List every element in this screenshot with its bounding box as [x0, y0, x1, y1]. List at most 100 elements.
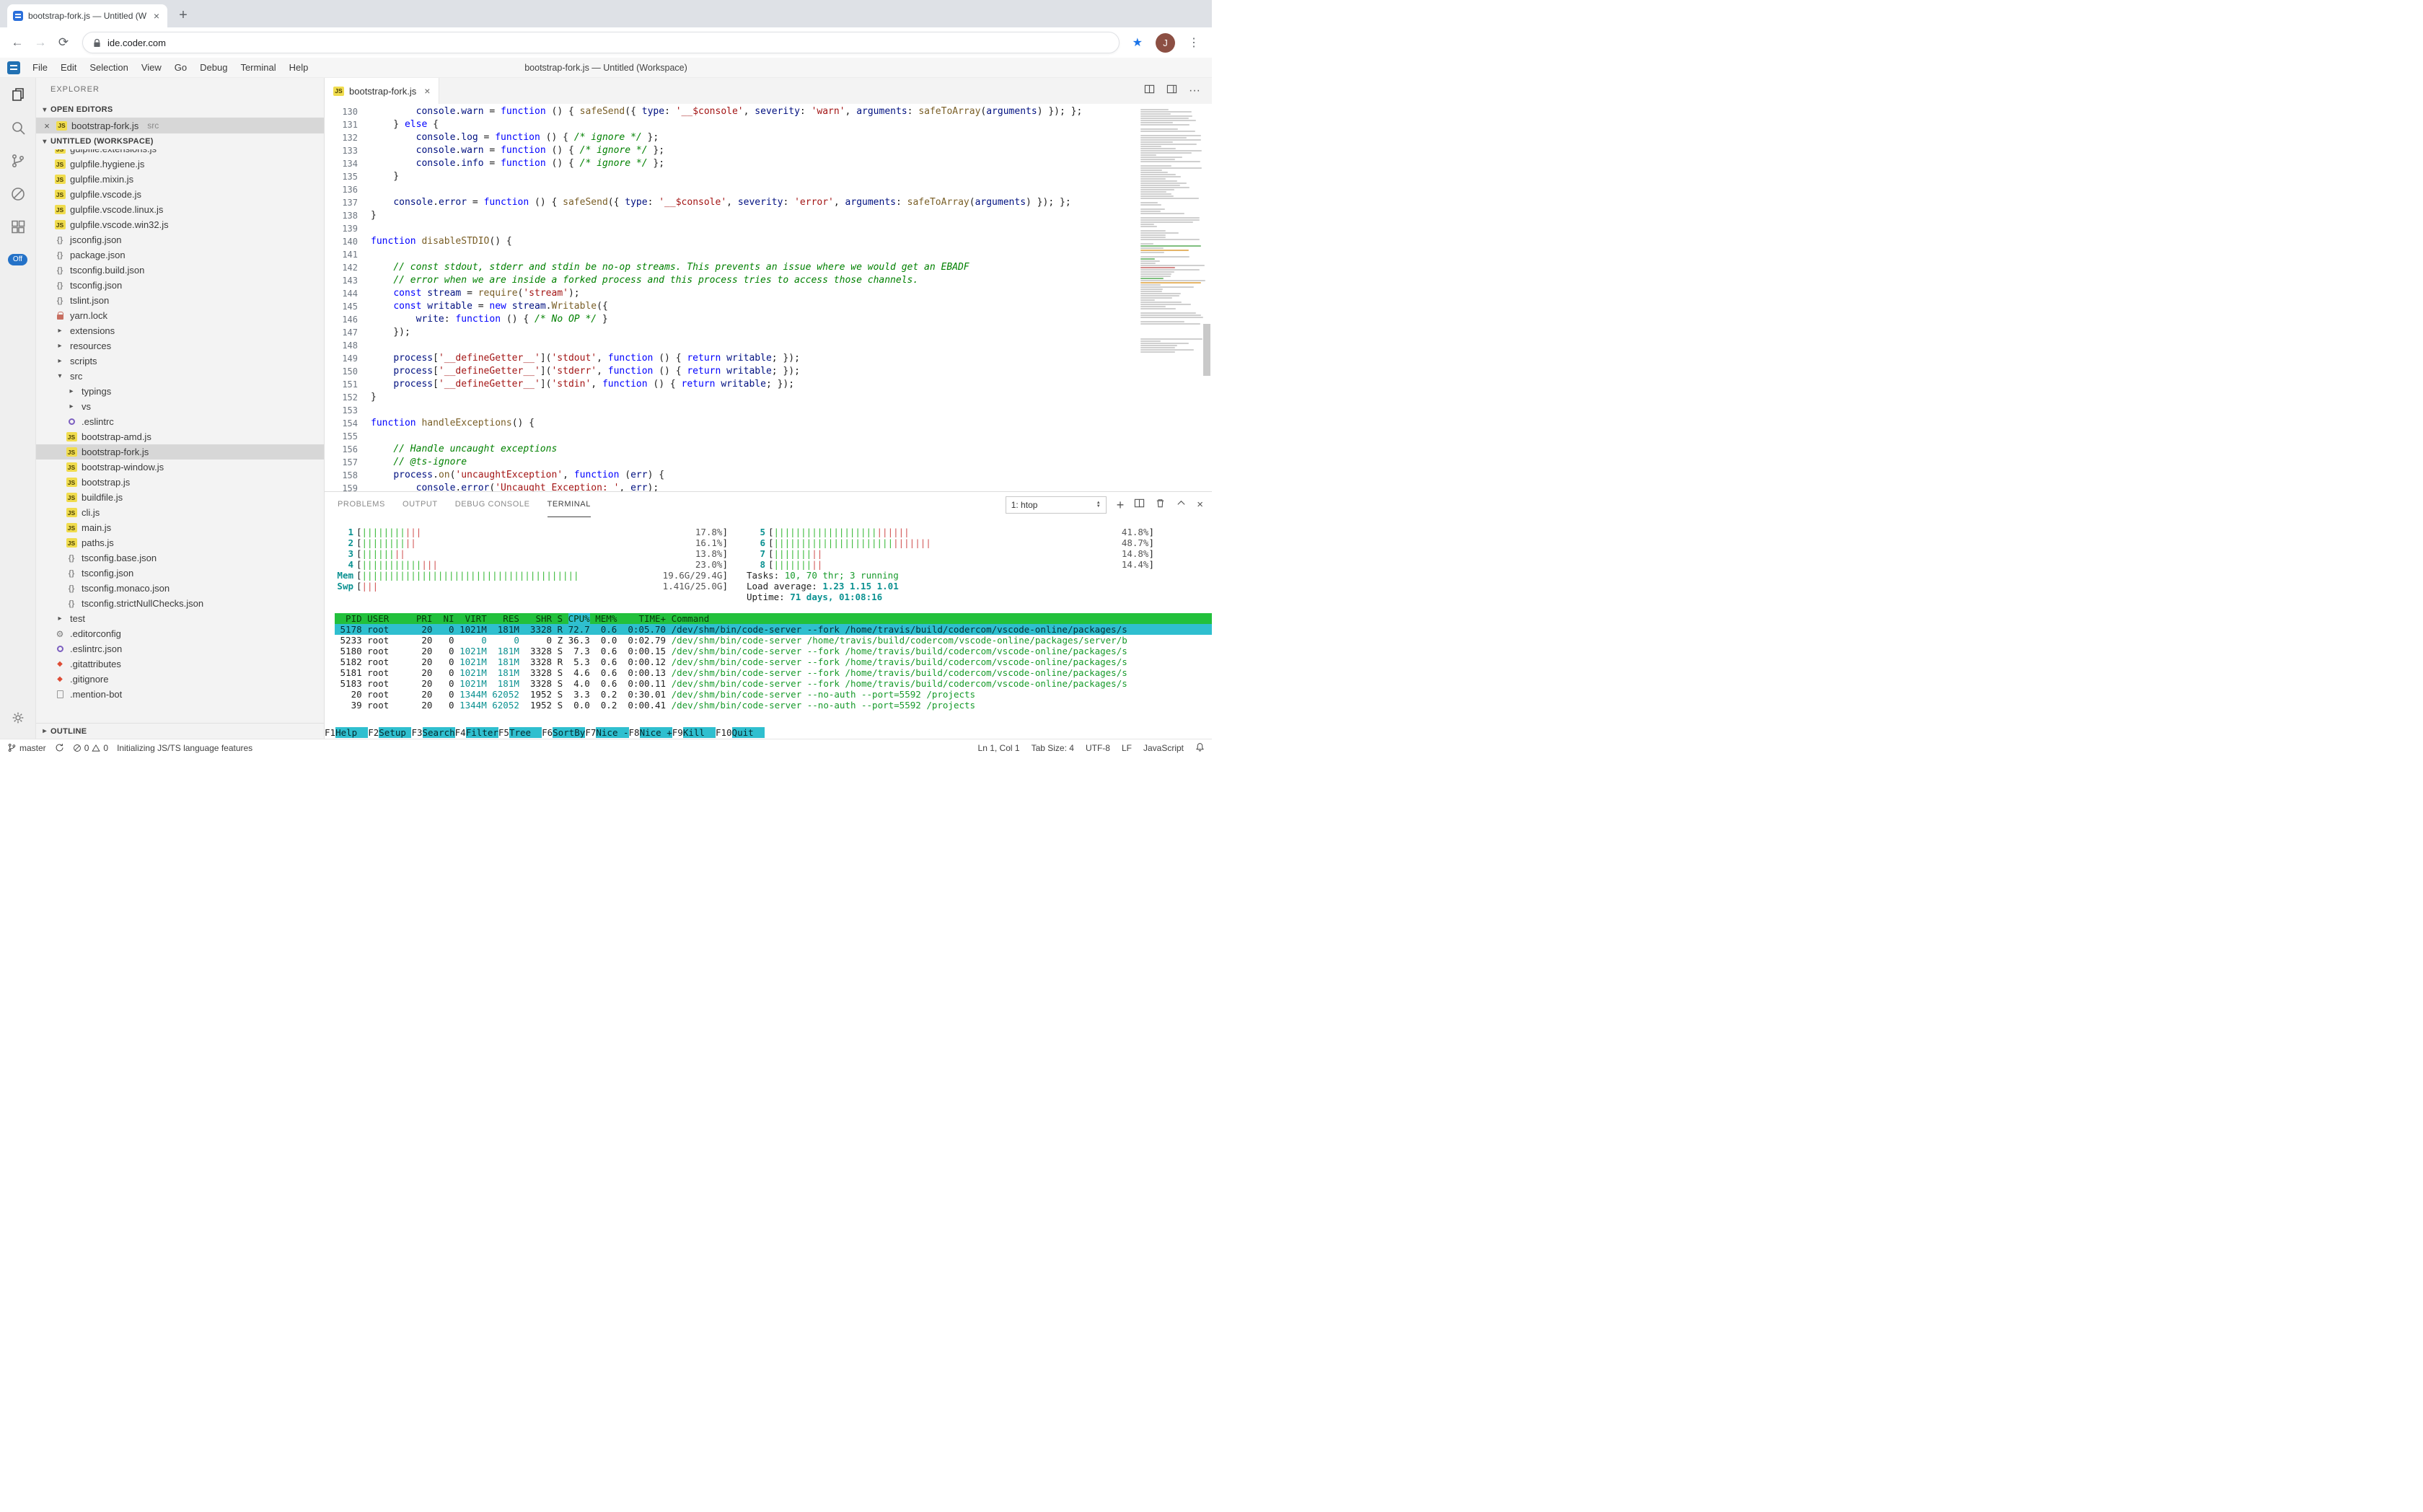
file-row-gulpfile.mixin.js[interactable]: JSgulpfile.mixin.js: [36, 172, 324, 187]
settings-gear-icon[interactable]: [0, 701, 35, 734]
file-row-tsconfig.monaco.json[interactable]: {}tsconfig.monaco.json: [36, 581, 324, 596]
file-row-gulpfile.vscode.linux.js[interactable]: JSgulpfile.vscode.linux.js: [36, 202, 324, 217]
browser-menu-icon[interactable]: ⋮: [1184, 35, 1205, 50]
panel-tab-debug-console[interactable]: DEBUG CONSOLE: [455, 492, 530, 517]
new-terminal-icon[interactable]: +: [1117, 500, 1125, 510]
explorer-icon[interactable]: [0, 78, 35, 111]
minimap[interactable]: [1136, 104, 1212, 491]
panel-tab-output[interactable]: OUTPUT: [403, 492, 438, 517]
htop-table-header[interactable]: PID USER PRI NI VIRT RES SHR S CPU% MEM%…: [335, 613, 1212, 624]
file-row-bootstrap-amd.js[interactable]: JSbootstrap-amd.js: [36, 429, 324, 444]
file-row-bootstrap-window.js[interactable]: JSbootstrap-window.js: [36, 460, 324, 475]
file-row-bootstrap-fork.js[interactable]: JSbootstrap-fork.js: [36, 444, 324, 460]
process-row-5183[interactable]: 5183 root 20 0 1021M 181M 3328 S 4.0 0.6…: [335, 678, 1212, 689]
extensions-icon[interactable]: [0, 211, 35, 244]
notifications-bell[interactable]: [1195, 742, 1205, 754]
browser-tab[interactable]: bootstrap-fork.js — Untitled (W ×: [7, 4, 167, 27]
file-row-tsconfig.json[interactable]: {}tsconfig.json: [36, 566, 324, 581]
terminal[interactable]: 1[|||||||||||17.8%]2[||||||||||16.1%]3[|…: [325, 517, 1212, 739]
back-icon[interactable]: ←: [7, 32, 27, 53]
file-row-gulpfile.vscode.js[interactable]: JSgulpfile.vscode.js: [36, 187, 324, 202]
fkey-f6[interactable]: F6SortBy: [542, 727, 585, 738]
file-row-yarn.lock[interactable]: yarn.lock: [36, 308, 324, 323]
fkey-f3[interactable]: F3Search: [411, 727, 454, 738]
search-icon[interactable]: [0, 111, 35, 144]
bookmark-star-icon[interactable]: ★: [1128, 35, 1147, 50]
forward-icon[interactable]: →: [30, 32, 50, 53]
menu-debug[interactable]: Debug: [193, 58, 234, 77]
reload-icon[interactable]: ⟳: [53, 32, 74, 53]
encoding[interactable]: UTF-8: [1086, 743, 1110, 753]
file-row-.mention-bot[interactable]: .mention-bot: [36, 687, 324, 702]
folder-row-resources[interactable]: ▸resources: [36, 338, 324, 353]
process-row-5178[interactable]: 5178 root 20 0 1021M 181M 3328 R 72.7 0.…: [335, 624, 1212, 635]
terminal-select[interactable]: 1: htop ▲▼: [1006, 496, 1107, 514]
sync-status[interactable]: [55, 743, 64, 752]
editor-layout-icon[interactable]: [1166, 84, 1177, 98]
avatar[interactable]: J: [1156, 33, 1175, 53]
close-icon[interactable]: ×: [42, 120, 52, 131]
fkey-f10[interactable]: F10Quit: [716, 727, 765, 738]
eol[interactable]: LF: [1122, 743, 1132, 753]
process-row-5233[interactable]: 5233 root 20 0 0 0 0 Z 36.3 0.0 0:02.79 …: [335, 635, 1212, 646]
language-mode[interactable]: JavaScript: [1143, 743, 1184, 753]
file-row-paths.js[interactable]: JSpaths.js: [36, 535, 324, 550]
file-row-gulpfile.vscode.win32.js[interactable]: JSgulpfile.vscode.win32.js: [36, 217, 324, 232]
editor-tab[interactable]: JS bootstrap-fork.js ×: [325, 78, 439, 104]
problems-status[interactable]: 0 0: [73, 743, 108, 753]
file-row-.eslintrc[interactable]: .eslintrc: [36, 414, 324, 429]
folder-row-src[interactable]: ▾src: [36, 369, 324, 384]
outline-header[interactable]: ▸ OUTLINE: [36, 723, 324, 739]
fkey-f7[interactable]: F7Nice -: [585, 727, 628, 738]
file-row-tsconfig.build.json[interactable]: {}tsconfig.build.json: [36, 263, 324, 278]
file-row-tslint.json[interactable]: {}tslint.json: [36, 293, 324, 308]
menu-selection[interactable]: Selection: [83, 58, 134, 77]
debug-icon[interactable]: [0, 177, 35, 211]
close-panel-icon[interactable]: ×: [1197, 498, 1203, 511]
tab-size[interactable]: Tab Size: 4: [1032, 743, 1074, 753]
fkey-f9[interactable]: F9Kill: [672, 727, 716, 738]
new-tab-button[interactable]: +: [173, 5, 193, 25]
folder-row-typings[interactable]: ▸typings: [36, 384, 324, 399]
file-row-package.json[interactable]: {}package.json: [36, 247, 324, 263]
code-editor[interactable]: 130 console.warn = function () { safeSen…: [325, 104, 1212, 491]
fkey-f4[interactable]: F4Filter: [455, 727, 498, 738]
file-row-cli.js[interactable]: JScli.js: [36, 505, 324, 520]
menu-terminal[interactable]: Terminal: [234, 58, 282, 77]
open-editor-item[interactable]: × JS bootstrap-fork.js src: [36, 118, 324, 133]
file-row-buildfile.js[interactable]: JSbuildfile.js: [36, 490, 324, 505]
file-row-.eslintrc.json[interactable]: .eslintrc.json: [36, 641, 324, 656]
kill-terminal-icon[interactable]: [1155, 498, 1166, 512]
fkey-f5[interactable]: F5Tree: [498, 727, 542, 738]
file-row-bootstrap.js[interactable]: JSbootstrap.js: [36, 475, 324, 490]
panel-tab-problems[interactable]: PROBLEMS: [338, 492, 385, 517]
file-row-jsconfig.json[interactable]: {}jsconfig.json: [36, 232, 324, 247]
maximize-panel-icon[interactable]: [1176, 498, 1187, 512]
process-row-39[interactable]: 39 root 20 0 1344M 62052 1952 S 0.0 0.2 …: [335, 700, 1212, 711]
more-actions-icon[interactable]: ···: [1189, 84, 1200, 97]
folder-row-extensions[interactable]: ▸extensions: [36, 323, 324, 338]
fkey-f8[interactable]: F8Nice +: [629, 727, 672, 738]
git-branch-status[interactable]: master: [7, 743, 46, 753]
open-editors-header[interactable]: ▾ OPEN EDITORS: [36, 102, 324, 118]
tab-close-icon[interactable]: ×: [424, 85, 430, 97]
file-row-gulpfile.hygiene.js[interactable]: JSgulpfile.hygiene.js: [36, 157, 324, 172]
process-row-20[interactable]: 20 root 20 0 1344M 62052 1952 S 3.3 0.2 …: [335, 689, 1212, 700]
menu-go[interactable]: Go: [168, 58, 193, 77]
fkey-f1[interactable]: F1Help: [325, 727, 368, 738]
split-editor-icon[interactable]: [1144, 84, 1155, 98]
cursor-position[interactable]: Ln 1, Col 1: [978, 743, 1020, 753]
folder-row-scripts[interactable]: ▸scripts: [36, 353, 324, 369]
file-row-main.js[interactable]: JSmain.js: [36, 520, 324, 535]
editor-scrollbar[interactable]: [1203, 324, 1210, 376]
source-control-icon[interactable]: [0, 144, 35, 177]
fkey-f2[interactable]: F2Setup: [368, 727, 411, 738]
file-row-tsconfig.base.json[interactable]: {}tsconfig.base.json: [36, 550, 324, 566]
menu-edit[interactable]: Edit: [54, 58, 83, 77]
file-row-.gitignore[interactable]: ◆.gitignore: [36, 672, 324, 687]
panel-tab-terminal[interactable]: TERMINAL: [548, 492, 591, 517]
off-badge[interactable]: Off: [8, 254, 27, 265]
tab-close-icon[interactable]: ×: [151, 10, 162, 22]
file-row-.gitattributes[interactable]: ◆.gitattributes: [36, 656, 324, 672]
file-row-gulpfile.extensions.js[interactable]: JSgulpfile.extensions.js: [36, 149, 324, 157]
